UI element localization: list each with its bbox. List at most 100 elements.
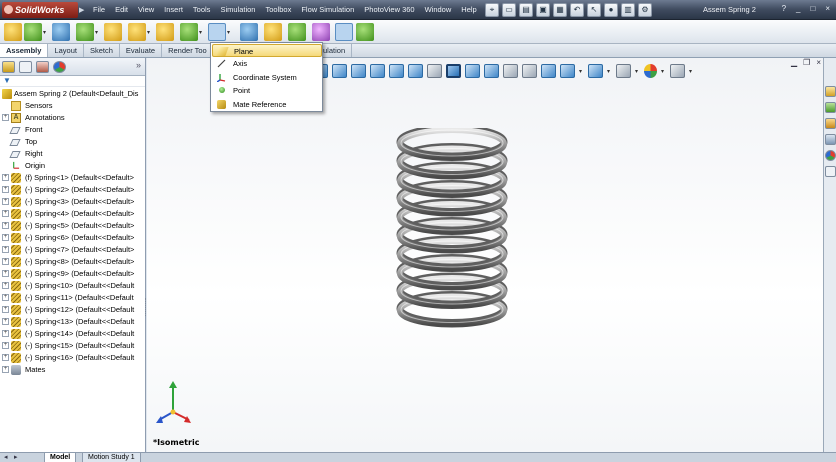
new-document-icon[interactable]: ▭ <box>502 3 516 17</box>
tree-item[interactable]: + (-) Spring<16> (Default<<Default <box>0 352 145 364</box>
menu-toolbox[interactable]: Toolbox <box>260 0 296 20</box>
mate-icon[interactable] <box>52 23 70 41</box>
menu-item-point[interactable]: Point <box>212 84 322 97</box>
expand-icon[interactable]: + <box>2 186 9 193</box>
propertymanager-tab-icon[interactable] <box>19 61 32 73</box>
tree-item[interactable]: Front <box>0 124 145 136</box>
menu-item-axis[interactable]: Axis <box>212 57 322 70</box>
trimetric-view-icon[interactable] <box>465 64 480 78</box>
tab-assembly[interactable]: Assembly <box>0 44 49 57</box>
tab-model[interactable]: Model <box>44 453 77 462</box>
featuremanager-tab-icon[interactable] <box>2 61 15 73</box>
expand-icon[interactable]: + <box>2 306 9 313</box>
menu-flow-simulation[interactable]: Flow Simulation <box>296 0 359 20</box>
menu-file[interactable]: File <box>88 0 110 20</box>
expand-icon[interactable]: + <box>2 174 9 181</box>
dimetric-view-icon[interactable] <box>484 64 499 78</box>
expand-icon[interactable]: + <box>2 210 9 217</box>
rebuild-icon[interactable]: ● <box>604 3 618 17</box>
menu-item-coordinate-system[interactable]: Coordinate System <box>212 71 322 84</box>
tree-item[interactable]: + A Annotations <box>0 112 145 124</box>
linear-pattern-icon[interactable] <box>76 23 94 41</box>
menu-help[interactable]: Help <box>456 0 481 20</box>
tree-item[interactable]: Sensors <box>0 100 145 112</box>
edit-appearance-icon[interactable] <box>616 64 631 78</box>
collapse-panel-icon[interactable]: » <box>136 60 141 70</box>
file-properties-icon[interactable]: ▥ <box>621 3 635 17</box>
show-hidden-icon[interactable] <box>156 23 174 41</box>
graphics-area[interactable]: ▾ ▾ ▾ ▾ ▾ ▁ ❐ × *Isometric <box>147 58 823 452</box>
select-icon[interactable]: ↖ <box>587 3 601 17</box>
help-icon[interactable]: ? <box>782 4 786 13</box>
scroll-right-icon[interactable]: ▸ <box>14 453 18 462</box>
tree-item[interactable]: + (-) Spring<11> (Default<<Default <box>0 292 145 304</box>
tab-sketch[interactable]: Sketch <box>84 44 120 57</box>
bill-of-materials-icon[interactable] <box>264 23 282 41</box>
solidworks-resources-icon[interactable] <box>825 86 836 97</box>
expand-icon[interactable]: + <box>2 234 9 241</box>
explode-line-sketch-icon[interactable] <box>312 23 330 41</box>
smart-fasteners-icon[interactable] <box>104 23 122 41</box>
chevron-down-icon[interactable]: ▾ <box>227 29 230 36</box>
tree-item[interactable]: + (-) Spring<4> (Default<<Default> <box>0 208 145 220</box>
options-icon[interactable]: ⚙ <box>638 3 652 17</box>
appearances-icon[interactable] <box>825 150 836 161</box>
chevron-down-icon[interactable]: ▾ <box>689 68 694 75</box>
view-orientation-icon[interactable] <box>389 64 404 78</box>
instant3d-icon[interactable] <box>335 23 353 41</box>
rotate-view-icon[interactable] <box>503 64 518 78</box>
reference-geometry-icon[interactable] <box>208 23 226 41</box>
tree-item[interactable]: + (-) Spring<13> (Default<<Default <box>0 316 145 328</box>
scroll-left-icon[interactable]: ◂ <box>4 453 8 462</box>
section-view-icon[interactable] <box>370 64 385 78</box>
viewport-close-icon[interactable]: × <box>816 58 821 67</box>
chevron-down-icon[interactable]: ▾ <box>661 68 666 75</box>
insert-components-icon[interactable] <box>24 23 42 41</box>
assembly-features-icon[interactable] <box>180 23 198 41</box>
chevron-down-icon[interactable]: ▾ <box>579 68 584 75</box>
tree-item[interactable]: + (-) Spring<10> (Default<<Default <box>0 280 145 292</box>
shaded-with-edges-icon[interactable] <box>560 64 575 78</box>
solidworks-logo[interactable]: SolidWorks <box>2 2 78 18</box>
menu-window[interactable]: Window <box>420 0 457 20</box>
menu-photoview[interactable]: PhotoView 360 <box>359 0 419 20</box>
isometric-view-icon[interactable] <box>446 64 461 78</box>
expand-icon[interactable]: + <box>2 342 9 349</box>
tree-root-assembly[interactable]: Assem Spring 2 (Default<Default_Dis <box>0 88 145 100</box>
apply-scene-icon[interactable] <box>644 64 657 78</box>
expand-icon[interactable]: + <box>2 318 9 325</box>
exploded-view-icon[interactable] <box>288 23 306 41</box>
expand-icon[interactable]: + <box>2 354 9 361</box>
tab-motion-study-1[interactable]: Motion Study 1 <box>82 453 141 462</box>
tree-item[interactable]: + (-) Spring<9> (Default<<Default> <box>0 268 145 280</box>
edit-component-icon[interactable] <box>4 23 22 41</box>
new-motion-study-icon[interactable] <box>240 23 258 41</box>
pan-icon[interactable] <box>522 64 537 78</box>
speedpak-icon[interactable] <box>356 23 374 41</box>
tree-item[interactable]: + (-) Spring<5> (Default<<Default> <box>0 220 145 232</box>
tree-item[interactable]: + (-) Spring<3> (Default<<Default> <box>0 196 145 208</box>
filter-icon[interactable]: ▼ <box>3 76 11 85</box>
chevron-down-icon[interactable]: ▾ <box>43 29 46 36</box>
print-icon[interactable]: ▦ <box>553 3 567 17</box>
tree-item[interactable]: + (-) Spring<14> (Default<<Default <box>0 328 145 340</box>
expand-icon[interactable]: + <box>2 222 9 229</box>
menu-simulation[interactable]: Simulation <box>215 0 260 20</box>
displaymanager-tab-icon[interactable] <box>53 61 66 73</box>
pin-icon[interactable]: ⌖ <box>485 3 499 17</box>
tree-item[interactable]: Top <box>0 136 145 148</box>
design-library-icon[interactable] <box>825 102 836 113</box>
chevron-down-icon[interactable]: ▾ <box>147 29 150 36</box>
menu-item-mate-reference[interactable]: Mate Reference <box>212 98 322 111</box>
viewport-minimize-icon[interactable]: ▁ <box>791 58 797 67</box>
front-view-icon[interactable] <box>408 64 423 78</box>
close-icon[interactable]: × <box>825 4 830 13</box>
tab-layout[interactable]: Layout <box>48 44 84 57</box>
menu-insert[interactable]: Insert <box>159 0 188 20</box>
tree-item[interactable]: Right <box>0 148 145 160</box>
tree-item[interactable]: + Mates <box>0 364 145 376</box>
chevron-down-icon[interactable]: ▾ <box>95 29 98 36</box>
logo-menu-arrow-icon[interactable]: ▶ <box>79 6 84 14</box>
expand-icon[interactable]: + <box>2 270 9 277</box>
move-component-icon[interactable] <box>128 23 146 41</box>
